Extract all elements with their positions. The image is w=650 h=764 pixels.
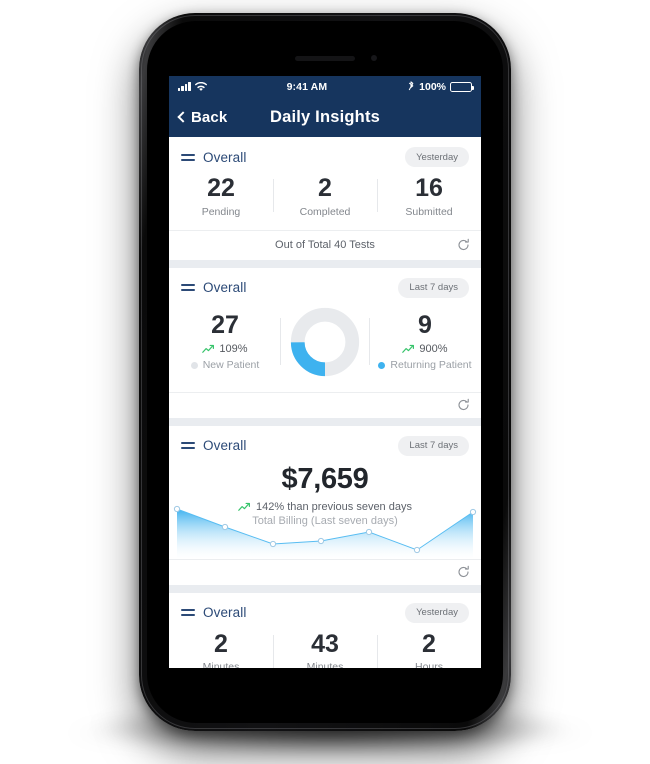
chevron-left-icon: [177, 111, 189, 123]
stats-row: 22 Pending 2 Completed 16 Submitted: [169, 173, 481, 230]
wifi-icon: [194, 81, 207, 91]
trend-group: 900%: [369, 343, 481, 355]
billing-area-chart-markers: [173, 505, 477, 553]
card-duration-overview: Overall Yesterday 2 Minutes (Minimum) 43…: [169, 592, 481, 668]
card-header: Overall Last 7 days: [169, 268, 481, 304]
card-footer: [169, 558, 481, 585]
card-header-left: Overall: [181, 150, 246, 165]
stats-row: 2 Minutes (Minimum) 43 Minutes (Average)…: [169, 629, 481, 668]
stat-value: 27: [211, 310, 239, 339]
period-badge[interactable]: Last 7 days: [398, 277, 469, 298]
back-button-label: Back: [191, 108, 228, 126]
returning-patient-block: 9 900% Returning Patient: [369, 310, 481, 371]
back-button[interactable]: Back: [169, 109, 227, 126]
hamburger-icon[interactable]: [181, 153, 195, 161]
donut-chart: [281, 306, 369, 378]
stat-pending: 22 Pending: [169, 174, 273, 218]
stat-value: 43: [311, 629, 339, 658]
legend-dot-icon: [378, 361, 386, 369]
billing-amount: $7,659: [281, 462, 369, 495]
card-footer: [169, 391, 481, 418]
legend-label: New Patient: [202, 359, 260, 372]
legend-returning-patient: Returning Patient: [369, 359, 481, 371]
stat-label: Completed: [299, 205, 351, 218]
stat-maximum: 2 Hours (Maximum): [377, 629, 481, 668]
signal-bars-icon: [178, 82, 191, 91]
bluetooth-icon: [408, 81, 414, 91]
stat-label: Minutes: [306, 661, 344, 668]
scene: 9:41 AM 100% Back Daily Insights Overall…: [0, 0, 650, 764]
stat-submitted: 16 Submitted: [377, 174, 481, 218]
trend-percent: 900%: [419, 343, 448, 356]
legend-dot-icon: [190, 361, 198, 369]
stat-value: 2: [422, 629, 436, 658]
battery-full-icon: [450, 81, 474, 92]
stat-value: 2: [214, 629, 228, 658]
period-badge[interactable]: Yesterday: [405, 147, 469, 167]
card-header-left: Overall: [181, 438, 246, 453]
patients-row: 27 109% New Patient 9 900% Returning Pat…: [169, 304, 481, 392]
legend-label: Returning Patient: [390, 359, 472, 372]
card-patients-overview: Overall Last 7 days 27 109% New Patient …: [169, 267, 481, 418]
donut-chart-svg: [290, 307, 360, 376]
billing-area-chart: [169, 501, 481, 559]
new-patient-block: 27 109% New Patient: [169, 310, 281, 371]
hamburger-icon[interactable]: [181, 442, 195, 449]
status-bar-time: 9:41 AM: [286, 80, 328, 93]
status-bar-left: [178, 81, 207, 92]
hamburger-icon[interactable]: [181, 609, 195, 616]
card-title: Overall: [203, 149, 247, 165]
navigation-bar: Back Daily Insights: [169, 97, 481, 137]
stat-value: 2: [318, 174, 332, 202]
status-bar-right: 100%: [407, 80, 474, 93]
battery-percent-label: 100%: [419, 80, 446, 93]
card-title: Overall: [203, 438, 247, 453]
card-title: Overall: [203, 280, 247, 295]
stat-value: 9: [418, 310, 432, 339]
stat-label: Minutes: [202, 661, 240, 668]
stat-label: Submitted: [405, 205, 453, 218]
legend-new-patient: New Patient: [169, 359, 281, 371]
card-tests-overview: Overall Yesterday 22 Pending 2 Completed: [169, 137, 481, 260]
card-header: Overall Yesterday: [169, 137, 481, 173]
refresh-icon[interactable]: [456, 238, 471, 253]
stat-average: 43 Minutes (Average): [273, 629, 377, 668]
status-bar: 9:41 AM 100%: [169, 76, 481, 97]
front-camera-icon: [371, 55, 377, 61]
stat-value: 16: [415, 174, 443, 202]
card-footer-label: Out of Total 40 Tests: [275, 239, 375, 251]
card-header: Overall Last 7 days: [169, 426, 481, 462]
trend-up-icon: [402, 345, 415, 354]
stat-minimum: 2 Minutes (Minimum): [169, 629, 273, 668]
stat-value: 22: [207, 174, 235, 202]
refresh-icon[interactable]: [456, 398, 471, 413]
period-badge[interactable]: Yesterday: [405, 602, 469, 623]
earpiece-speaker-icon: [295, 56, 355, 61]
stat-completed: 2 Completed: [273, 174, 377, 218]
stat-label: Pending: [201, 205, 241, 218]
trend-group: 109%: [169, 343, 281, 355]
card-footer: Out of Total 40 Tests: [169, 229, 481, 260]
card-header-left: Overall: [181, 280, 246, 295]
trend-up-icon: [202, 345, 215, 354]
card-header: Overall Yesterday: [169, 593, 481, 629]
period-badge[interactable]: Last 7 days: [398, 435, 469, 456]
trend-percent: 109%: [219, 343, 248, 356]
phone-screen: 9:41 AM 100% Back Daily Insights Overall…: [169, 76, 481, 668]
phone-device: 9:41 AM 100% Back Daily Insights Overall…: [139, 13, 511, 731]
refresh-icon[interactable]: [456, 565, 471, 580]
card-header-left: Overall: [181, 605, 246, 620]
card-billing-overview: Overall Last 7 days $7,659 142% than pre…: [169, 425, 481, 585]
hamburger-icon[interactable]: [181, 284, 195, 291]
insights-list[interactable]: Overall Yesterday 22 Pending 2 Completed: [169, 137, 481, 668]
card-title: Overall: [203, 605, 247, 620]
stat-label: Hours: [414, 661, 443, 668]
